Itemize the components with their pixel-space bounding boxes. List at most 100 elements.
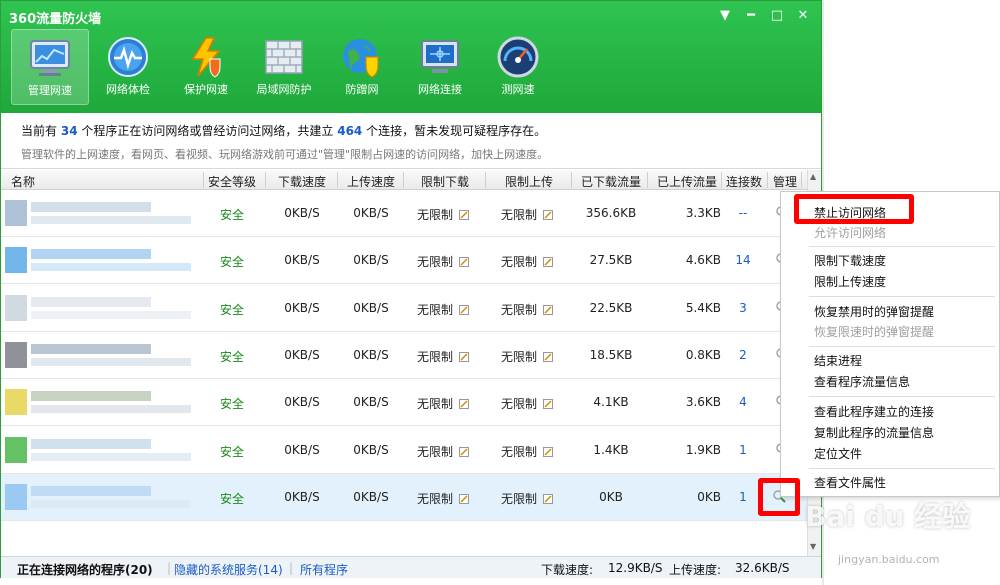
column-header[interactable]: 管理 — [767, 173, 803, 190]
safety-level: 安全 — [219, 491, 244, 506]
connection-count-cell[interactable]: 14 — [723, 253, 763, 267]
menu-item[interactable]: 查看文件属性 — [814, 474, 886, 491]
edit-icon[interactable] — [459, 493, 469, 504]
edit-icon[interactable] — [459, 446, 469, 457]
menu-item[interactable]: 限制下载速度 — [814, 252, 886, 269]
connection-count-cell[interactable]: -- — [723, 206, 763, 220]
download-speed-value: 12.9KB/S — [608, 561, 663, 575]
edit-icon[interactable] — [543, 399, 553, 410]
close-button[interactable]: ✕ — [793, 6, 813, 26]
context-menu: 禁止访问网络 允许访问网络 限制下载速度 限制上传速度 恢复禁用时的弹窗提醒 恢复限速时的… — [780, 191, 1000, 497]
uploaded-traffic: 0KB — [697, 489, 721, 504]
menu-item[interactable]: 限制上传速度 — [814, 273, 886, 290]
download-speed: 0KB/S — [284, 489, 320, 504]
column-header[interactable]: 下载速度 — [267, 173, 337, 190]
upload-limit[interactable]: 无限制 — [497, 253, 557, 270]
summary-line: 当前有 34 个程序正在访问网络或曾经访问过网络，共建立 464 个连接，暂未发… — [21, 122, 821, 139]
edit-icon[interactable] — [459, 351, 469, 362]
connection-count-cell[interactable]: 1 — [723, 443, 763, 457]
tab-hidden-services[interactable]: 隐藏的系统服务(14) — [174, 561, 283, 578]
edit-icon[interactable] — [459, 399, 469, 410]
edit-icon[interactable] — [543, 446, 553, 457]
upload-limit[interactable]: 无限制 — [497, 490, 557, 507]
toolbar-item-label: 网络连接 — [418, 83, 462, 96]
summary-mid: 个程序正在访问网络或曾经访问过网络，共建立 — [81, 124, 334, 138]
download-limit[interactable]: 无限制 — [413, 490, 473, 507]
column-divider — [265, 172, 266, 188]
menu-item[interactable]: 复制此程序的流量信息 — [814, 424, 934, 441]
blurred-program-name — [5, 389, 191, 416]
safety-level: 安全 — [219, 302, 244, 317]
toolbar-item-speedometer[interactable]: 测网速 — [479, 29, 557, 105]
minimize-button[interactable]: ━ — [741, 6, 761, 26]
edit-icon[interactable] — [459, 304, 469, 315]
download-limit[interactable]: 无限制 — [413, 253, 473, 270]
column-header[interactable]: 安全等级 — [203, 173, 261, 190]
edit-icon[interactable] — [543, 210, 553, 220]
upload-limit[interactable]: 无限制 — [497, 301, 557, 318]
menu-separator — [809, 396, 995, 397]
menu-arrow-icon[interactable]: ▼ — [715, 6, 735, 26]
upload-limit[interactable]: 无限制 — [497, 443, 557, 460]
column-header[interactable]: 限制下载 — [405, 173, 485, 190]
toolbar-item-brick-wall[interactable]: 局域网防护 — [245, 29, 323, 105]
scroll-down-icon[interactable]: ▼ — [810, 542, 819, 551]
toolbar-item-pulse-globe[interactable]: 网络体检 — [89, 29, 167, 105]
connection-count-cell[interactable]: 3 — [723, 301, 763, 315]
edit-icon[interactable] — [459, 257, 469, 268]
table-row[interactable]: 安全 0KB/S 0KB/S 无限制 无限制 22.5KB 5.4KB 3 — [1, 285, 807, 332]
upload-limit[interactable]: 无限制 — [497, 206, 557, 223]
menu-item[interactable]: 结束进程 — [814, 352, 862, 369]
toolbar: 管理网速 网络体检 保护网速 局域网防护 防蹭网 网络连接 测网速 — [11, 29, 557, 109]
safety-level: 安全 — [219, 397, 244, 412]
column-header[interactable]: 限制上传 — [487, 173, 571, 190]
toolbar-item-lightning-shield[interactable]: 保护网速 — [167, 29, 245, 105]
column-header[interactable]: 上传速度 — [339, 173, 403, 190]
menu-item[interactable]: 查看此程序建立的连接 — [814, 403, 934, 420]
maximize-button[interactable]: □ — [767, 6, 787, 26]
connection-count-cell[interactable]: 1 — [723, 490, 763, 504]
scroll-up-icon[interactable]: ▲ — [810, 172, 819, 181]
menu-item[interactable]: 查看程序流量信息 — [814, 373, 910, 390]
connection-count-cell[interactable]: 2 — [723, 348, 763, 362]
edit-icon[interactable] — [543, 304, 553, 315]
uploaded-traffic: 5.4KB — [685, 300, 721, 315]
toolbar-item-label: 测网速 — [501, 83, 535, 96]
menu-item[interactable]: 恢复禁用时的弹窗提醒 — [814, 303, 934, 320]
column-header[interactable]: 已上传流量 — [651, 173, 723, 190]
highlight-manage-icon — [758, 478, 800, 516]
table-row[interactable]: 安全 0KB/S 0KB/S 无限制 无限制 0KB 0KB 1 — [1, 473, 807, 521]
column-header[interactable]: 名称 — [11, 173, 51, 190]
table-header: 名称 安全等级 下载速度 上传速度 限制下载 限制上传 已下载流量 已上传流量 连接数 管理 — [1, 170, 807, 190]
table-row[interactable]: 安全 0KB/S 0KB/S 无限制 无限制 1.4KB 1.9KB 1 — [1, 427, 807, 474]
connection-count-cell[interactable]: 4 — [723, 395, 763, 409]
menu-item[interactable]: 定位文件 — [814, 445, 862, 462]
column-header[interactable]: 连接数 — [723, 173, 765, 190]
download-limit[interactable]: 无限制 — [413, 395, 473, 412]
download-limit[interactable]: 无限制 — [413, 206, 473, 223]
toolbar-item-network-screen[interactable]: 网络连接 — [401, 29, 479, 105]
edit-icon[interactable] — [543, 257, 553, 268]
toolbar-item-label: 局域网防护 — [256, 83, 312, 96]
edit-icon[interactable] — [543, 351, 553, 362]
uploaded-traffic: 3.3KB — [685, 206, 721, 220]
download-limit[interactable]: 无限制 — [413, 301, 473, 318]
table-row[interactable]: 安全 0KB/S 0KB/S 无限制 无限制 27.5KB 4.6KB 14 — [1, 237, 807, 285]
column-header[interactable]: 已下载流量 — [575, 173, 647, 190]
download-limit[interactable]: 无限制 — [413, 443, 473, 460]
toolbar-item-monitor-chart[interactable]: 管理网速 — [11, 29, 89, 105]
table-row[interactable]: 安全 0KB/S 0KB/S 无限制 无限制 356.6KB 3.3KB -- — [1, 190, 807, 237]
tab-connected-programs[interactable]: 正在连接网络的程序(20) — [17, 561, 153, 578]
safety-level: 安全 — [219, 208, 244, 222]
blurred-program-name — [5, 247, 191, 274]
edit-icon[interactable] — [543, 493, 553, 504]
download-limit[interactable]: 无限制 — [413, 348, 473, 365]
upload-limit[interactable]: 无限制 — [497, 395, 557, 412]
upload-limit[interactable]: 无限制 — [497, 348, 557, 365]
table-row[interactable]: 安全 0KB/S 0KB/S 无限制 无限制 4.1KB 3.6KB 4 — [1, 379, 807, 427]
table-row[interactable]: 安全 0KB/S 0KB/S 无限制 无限制 18.5KB 0.8KB 2 — [1, 332, 807, 379]
tab-all-programs[interactable]: 所有程序 — [300, 561, 348, 578]
upload-speed: 0KB/S — [353, 206, 389, 220]
edit-icon[interactable] — [459, 210, 469, 220]
toolbar-item-globe-shield[interactable]: 防蹭网 — [323, 29, 401, 105]
